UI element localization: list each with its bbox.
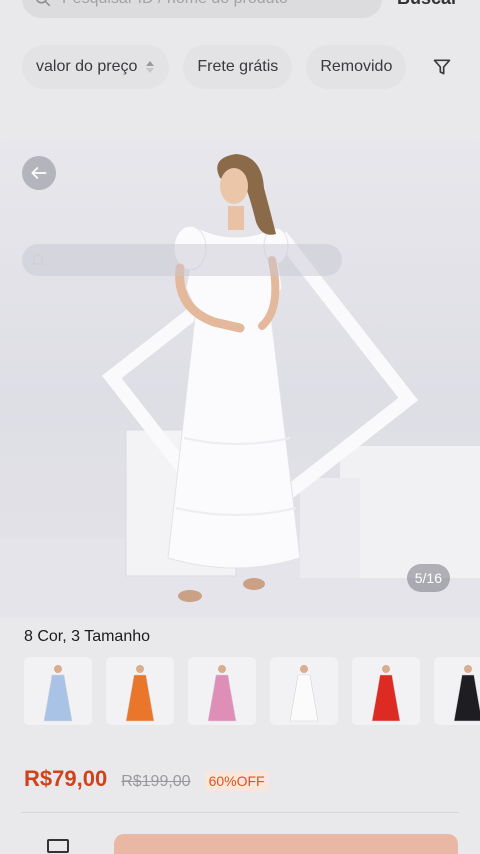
buy-button[interactable] [114,834,458,854]
free-shipping-chip[interactable]: Frete grátis [183,45,293,89]
dress-thumbnail-image [24,657,92,725]
dress-thumbnail-image [352,657,420,725]
product-photo [0,154,480,618]
dress-thumbnail-image [270,657,338,725]
dress-thumbnail-image [434,657,480,725]
removed-label: Removido [320,58,393,75]
search-icon [36,0,51,7]
discount-badge: 60%OFF [204,771,269,791]
price-sort-chip[interactable]: valor do preço [22,45,170,89]
bell-icon [31,254,45,265]
free-shipping-label: Frete grátis [197,58,279,75]
sort-arrows-icon [146,61,155,73]
search-placeholder: Pesquisar ID / nome do produto [62,0,288,8]
filter-button[interactable] [420,45,464,89]
removed-chip[interactable]: Removido [306,45,407,89]
notification-banner [22,244,342,276]
color-thumbnails [24,657,480,725]
price-row: R$79,00 R$199,00 60%OFF [24,766,269,792]
product-image-carousel[interactable]: 5/16 [0,138,480,618]
color-thumbnail[interactable] [106,657,174,725]
image-counter: 5/16 [406,564,450,592]
filter-funnel-icon [434,59,451,75]
color-thumbnail[interactable] [270,657,338,725]
current-price: R$79,00 [24,766,108,791]
dress-thumbnail-image [188,657,256,725]
original-price: R$199,00 [121,773,191,790]
variants-summary: 8 Cor, 3 Tamanho [24,628,151,645]
price-sort-label: valor do preço [36,58,138,75]
back-button[interactable] [22,156,56,190]
search-button[interactable]: Buscar [397,0,458,9]
color-thumbnail[interactable] [188,657,256,725]
color-thumbnail[interactable] [434,657,480,725]
color-thumbnail[interactable] [352,657,420,725]
laptop-icon[interactable] [44,838,72,854]
arrow-left-icon [31,167,47,179]
color-thumbnail[interactable] [24,657,92,725]
divider [22,812,458,813]
dress-thumbnail-image [106,657,174,725]
search-input[interactable]: Pesquisar ID / nome do produto [22,0,382,18]
filter-bar: valor do preço Frete grátis Removido [0,44,480,90]
